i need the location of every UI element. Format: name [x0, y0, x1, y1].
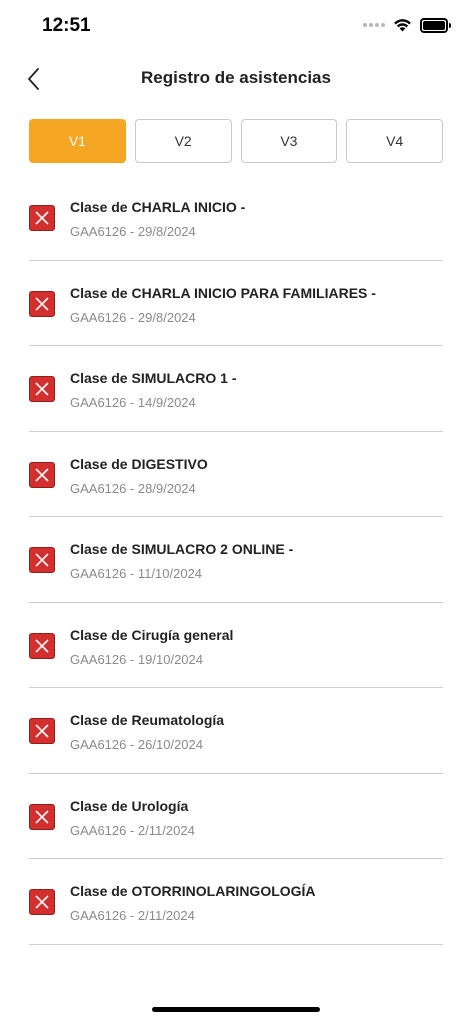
absent-status-icon [29, 376, 55, 402]
item-title: Clase de CHARLA INICIO - [70, 199, 246, 215]
tab-v2[interactable]: V2 [134, 119, 232, 163]
item-title: Clase de OTORRINOLARINGOLOGÍA [70, 883, 316, 899]
status-icons [363, 16, 451, 34]
item-title: Clase de Cirugía general [70, 626, 234, 643]
item-subtitle: GAA6126 - 19/10/2024 [70, 651, 203, 667]
status-bar: 12:51 [0, 0, 472, 52]
absent-status-icon [29, 547, 55, 573]
nav-bar: Registro de asistencias [0, 56, 472, 102]
absent-status-icon [29, 803, 55, 830]
absent-status-icon [29, 205, 55, 231]
close-icon [35, 724, 49, 738]
tab-v3[interactable]: V3 [240, 119, 338, 163]
wifi-icon [394, 19, 411, 32]
absent-status-icon [29, 889, 55, 915]
item-subtitle: GAA6126 - 11/10/2024 [70, 566, 203, 581]
list-item[interactable]: Clase de CHARLA INICIO PARA FAMILIARES -… [29, 261, 443, 346]
page-title: Registro de asistencias [141, 68, 331, 87]
absent-status-icon [29, 290, 55, 317]
status-time: 12:51 [42, 15, 91, 36]
item-subtitle: GAA6126 - 2/11/2024 [70, 908, 195, 923]
item-subtitle: GAA6126 - 29/8/2024 [70, 309, 196, 325]
list-item[interactable]: Clase de Cirugía general GAA6126 - 19/10… [29, 603, 443, 688]
home-indicator[interactable] [152, 1007, 320, 1012]
item-title: Clase de Reumatología [70, 712, 225, 728]
item-subtitle: GAA6126 - 14/9/2024 [70, 395, 196, 410]
battery-fill [423, 20, 445, 30]
list-item[interactable]: Clase de OTORRINOLARINGOLOGÍA GAA6126 - … [29, 859, 443, 945]
close-icon [35, 809, 49, 824]
close-icon [35, 895, 49, 909]
list-item[interactable]: Clase de DIGESTIVO GAA6126 - 28/9/2024 [29, 432, 443, 517]
item-title: Clase de SIMULACRO 1 - [70, 370, 237, 386]
tab-v4[interactable]: V4 [346, 119, 443, 163]
absent-status-icon [29, 461, 55, 488]
item-title: Clase de Urología [70, 797, 189, 814]
absent-status-icon [29, 632, 55, 659]
item-title: Clase de CHARLA INICIO PARA FAMILIARES - [70, 284, 376, 301]
item-title: Clase de DIGESTIVO [70, 455, 208, 472]
attendance-list: Clase de CHARLA INICIO - GAA6126 - 29/8/… [29, 175, 443, 945]
item-subtitle: GAA6126 - 28/9/2024 [70, 480, 196, 496]
close-icon [35, 467, 49, 482]
battery-icon [420, 17, 451, 33]
item-subtitle: GAA6126 - 2/11/2024 [70, 822, 195, 838]
item-subtitle: GAA6126 - 26/10/2024 [70, 737, 203, 752]
list-item[interactable]: Clase de Reumatología GAA6126 - 26/10/20… [29, 688, 443, 774]
close-icon [35, 211, 49, 225]
close-icon [35, 638, 49, 653]
close-icon [35, 382, 49, 396]
item-title: Clase de SIMULACRO 2 ONLINE - [70, 541, 294, 557]
list-item[interactable]: Clase de CHARLA INICIO - GAA6126 - 29/8/… [29, 175, 443, 261]
list-item[interactable]: Clase de SIMULACRO 1 - GAA6126 - 14/9/20… [29, 346, 443, 432]
signal-dots-icon [363, 23, 385, 27]
absent-status-icon [29, 718, 55, 744]
close-icon [35, 296, 49, 311]
list-item[interactable]: Clase de Urología GAA6126 - 2/11/2024 [29, 774, 443, 859]
item-subtitle: GAA6126 - 29/8/2024 [70, 224, 196, 239]
tab-v1[interactable]: V1 [29, 119, 126, 163]
close-icon [35, 553, 49, 567]
list-item[interactable]: Clase de SIMULACRO 2 ONLINE - GAA6126 - … [29, 517, 443, 603]
version-tabs: V1 V2 V3 V4 [29, 119, 443, 163]
